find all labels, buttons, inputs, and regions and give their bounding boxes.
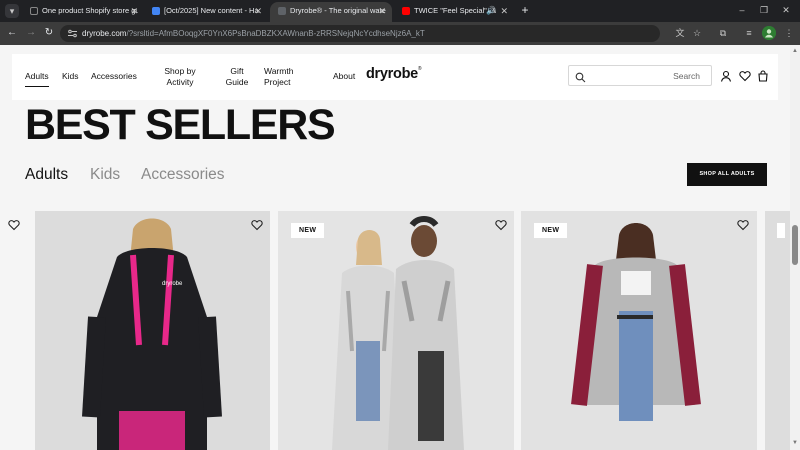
logo-registered-mark: ® xyxy=(417,66,422,72)
search-input[interactable]: Search xyxy=(568,65,712,86)
wishlist-icon[interactable] xyxy=(8,218,20,231)
tab-close-icon[interactable]: ✕ xyxy=(254,2,262,20)
logo-text: dryrobe xyxy=(366,66,418,82)
profile-avatar[interactable] xyxy=(762,26,776,40)
page-scrollbar[interactable]: ▲ ▼ xyxy=(790,45,800,450)
tab-favicon-icon xyxy=(152,7,160,16)
tab-dryrobe[interactable]: Dryrobe® - The original waterp ✕ xyxy=(270,2,392,22)
wishlist-icon[interactable] xyxy=(495,218,507,231)
product-image xyxy=(521,211,757,450)
product-badge: NEW xyxy=(291,223,325,238)
tab-search-menu[interactable]: ▾ xyxy=(5,4,19,18)
url-host: dryrobe.com xyxy=(82,29,127,38)
scroll-down-icon[interactable]: ▼ xyxy=(792,440,798,446)
tab-title: Dryrobe® - The original waterp xyxy=(290,6,386,16)
back-button[interactable]: ← xyxy=(5,26,19,40)
new-tab-button[interactable]: + xyxy=(518,3,532,17)
nav-about[interactable]: About xyxy=(333,71,355,82)
filter-kids[interactable]: Kids xyxy=(90,166,120,184)
dryrobe-logo[interactable]: dryrobe® xyxy=(366,66,422,82)
product-image: dryrobe xyxy=(35,211,270,450)
tab-close-icon[interactable]: ✕ xyxy=(378,2,386,20)
forward-button[interactable]: → xyxy=(24,26,38,40)
nav-kids[interactable]: Kids xyxy=(62,71,79,82)
product-badge: NEW xyxy=(534,223,568,238)
page-viewport: Adults Kids Accessories Shop by Activity… xyxy=(0,45,790,450)
product-card[interactable]: dryrobe xyxy=(35,211,270,450)
tab-title: [Oct/2025] New content - Ha M xyxy=(164,6,260,16)
scrollbar-thumb[interactable] xyxy=(792,225,798,265)
tab-title: TWICE "Feel Special" M/V xyxy=(414,6,496,16)
wishlist-icon[interactable] xyxy=(737,218,749,231)
tab-close-icon[interactable]: ✕ xyxy=(500,2,508,20)
product-badge xyxy=(777,223,786,238)
tab-new-content[interactable]: [Oct/2025] New content - Ha M ✕ xyxy=(144,2,268,22)
filter-accessories[interactable]: Accessories xyxy=(141,166,225,184)
media-controls-icon[interactable]: ≡ xyxy=(742,26,756,40)
search-placeholder: Search xyxy=(673,71,700,81)
site-header: Adults Kids Accessories Shop by Activity… xyxy=(12,54,778,100)
tab-close-icon[interactable]: ✕ xyxy=(130,2,138,20)
tab-strip: ▾ One product Shopify store gui ✕ [Oct/2… xyxy=(0,0,800,22)
product-image xyxy=(765,211,790,450)
bookmark-star-icon[interactable]: ☆ xyxy=(690,26,704,40)
product-card[interactable]: NEW xyxy=(278,211,514,450)
reload-button[interactable]: ↻ xyxy=(42,26,56,40)
tab-twice-video[interactable]: TWICE "Feel Special" M/V 🔊 ✕ xyxy=(394,2,514,22)
nav-gift-guide[interactable]: Gift Guide xyxy=(223,66,251,88)
scroll-up-icon[interactable]: ▲ xyxy=(792,48,798,54)
tab-title: One product Shopify store gui xyxy=(42,6,138,16)
wishlist-icon[interactable] xyxy=(739,69,751,82)
svg-text:dryrobe: dryrobe xyxy=(162,281,183,287)
filter-adults[interactable]: Adults xyxy=(25,166,68,184)
nav-warmth-project[interactable]: Warmth Project xyxy=(264,66,300,88)
url-path: /?srsltid=AfmBOoqgXF0YnX6PsBnaDBZKXAWnan… xyxy=(126,29,425,38)
shop-all-adults-button[interactable]: SHOP ALL ADULTS xyxy=(687,163,767,186)
restore-button[interactable]: ❐ xyxy=(755,3,773,17)
url-text: dryrobe.com/?srsltid=AfmBOoqgXF0YnX6PsBn… xyxy=(82,25,425,42)
minimize-button[interactable]: – xyxy=(733,3,751,17)
browser-menu-icon[interactable]: ⋮ xyxy=(782,26,796,40)
audio-playing-icon[interactable]: 🔊 xyxy=(486,2,496,20)
browser-toolbar: ← → ↻ dryrobe.com/?srsltid=AfmBOoqgXF0Yn… xyxy=(0,22,800,45)
cart-icon[interactable] xyxy=(757,69,769,82)
product-card[interactable]: NEW xyxy=(521,211,757,450)
product-image xyxy=(278,211,514,450)
address-bar[interactable]: dryrobe.com/?srsltid=AfmBOoqgXF0YnX6PsBn… xyxy=(60,25,660,42)
close-window-button[interactable]: ✕ xyxy=(777,3,795,17)
nav-accessories[interactable]: Accessories xyxy=(91,71,137,82)
account-icon[interactable] xyxy=(720,69,732,82)
wishlist-icon[interactable] xyxy=(251,218,263,231)
tab-favicon-icon xyxy=(278,7,286,16)
nav-shop-by-activity[interactable]: Shop by Activity xyxy=(160,66,200,88)
product-card[interactable] xyxy=(765,211,790,450)
site-info-icon[interactable] xyxy=(67,28,78,39)
tab-favicon-icon xyxy=(30,7,38,16)
page-headline: BEST SELLERS xyxy=(25,101,336,149)
translate-icon[interactable]: 文 xyxy=(673,26,687,40)
tab-favicon-icon xyxy=(402,7,410,16)
extensions-icon[interactable]: ⧉ xyxy=(716,26,730,40)
search-icon xyxy=(575,70,586,83)
nav-adults[interactable]: Adults xyxy=(25,71,49,87)
tab-shopify-guide[interactable]: One product Shopify store gui ✕ xyxy=(22,2,144,22)
